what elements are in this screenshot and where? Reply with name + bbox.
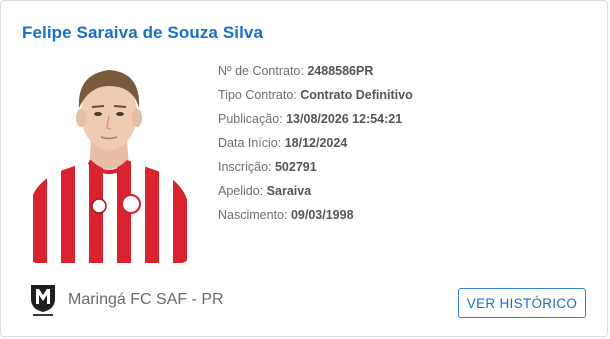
view-history-button[interactable]: VER HISTÓRICO [458,288,586,318]
detail-publication: Publicação: 13/08/2026 12:54:21 [218,112,403,126]
detail-contract-number: Nº de Contrato: 2488586PR [218,64,374,78]
detail-birth-date: Nascimento: 09/03/1998 [218,208,354,222]
detail-nickname: Apelido: Saraiva [218,184,312,198]
club-crest-icon [29,283,57,317]
club-info: Maringá FC SAF - PR [29,283,224,317]
detail-contract-type: Tipo Contrato: Contrato Definitivo [218,88,413,102]
detail-registration: Inscrição: 502791 [218,160,317,174]
player-name: Felipe Saraiva de Souza Silva [22,23,264,42]
contract-details: Nº de Contrato: 2488586PR Tipo Contrato:… [218,59,413,227]
player-photo [29,56,189,263]
club-name: Maringá FC SAF - PR [68,291,224,308]
player-card: Felipe Saraiva de Souza Silva Nº de Cont… [0,0,608,337]
detail-start-date: Data Início: 18/12/2024 [218,136,348,150]
